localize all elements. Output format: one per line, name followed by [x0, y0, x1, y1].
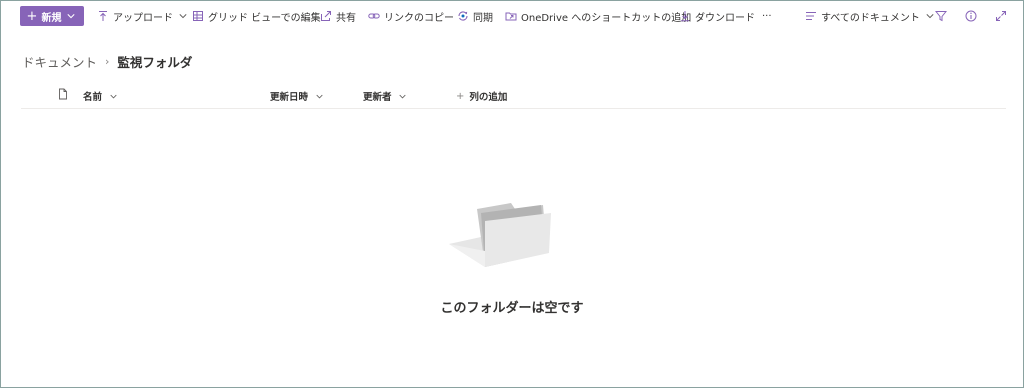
document-icon [57, 88, 69, 100]
chevron-down-icon [177, 10, 189, 22]
filter-icon [935, 10, 947, 22]
column-modified-label: 更新日時 [270, 92, 309, 103]
new-button[interactable]: + 新規 [20, 6, 84, 26]
add-column-plus-icon: + [456, 90, 465, 102]
download-icon [679, 10, 691, 22]
column-modified[interactable]: 更新日時 [270, 89, 325, 103]
grid-edit-label: グリッド ビューでの編集 [208, 12, 321, 24]
grid-icon [192, 10, 204, 22]
expand-icon [995, 10, 1007, 22]
onedrive-shortcut-icon [505, 10, 517, 22]
breadcrumb: ドキュメント › 監視フォルダ [22, 51, 192, 71]
upload-icon [97, 10, 109, 22]
info-button[interactable] [965, 8, 977, 24]
sync-button[interactable]: 同期 [457, 8, 493, 24]
link-icon [368, 10, 380, 22]
upload-label: アップロード [113, 12, 173, 24]
chevron-down-icon [313, 90, 325, 102]
breadcrumb-chevron-icon: › [105, 54, 110, 68]
download-label: ダウンロード [695, 12, 755, 24]
column-header-row: 名前 更新日時 更新者 + 列の追加 [21, 86, 1006, 109]
share-button[interactable]: 共有 [320, 8, 356, 24]
column-modified-by-label: 更新者 [363, 92, 392, 103]
grid-edit-button[interactable]: グリッド ビューでの編集 [192, 8, 321, 24]
chevron-down-icon [397, 90, 409, 102]
column-modified-by[interactable]: 更新者 [363, 89, 409, 103]
add-column-label: 列の追加 [469, 92, 508, 103]
view-list-icon [805, 10, 817, 22]
breadcrumb-root-link[interactable]: ドキュメント [22, 52, 97, 71]
info-icon [965, 10, 977, 22]
sync-label: 同期 [473, 12, 493, 24]
column-name[interactable]: 名前 [83, 89, 119, 103]
chevron-down-icon [107, 90, 119, 102]
copy-link-label: リンクのコピー [384, 12, 454, 24]
copy-link-button[interactable]: リンクのコピー [368, 8, 454, 24]
empty-folder-message: このフォルダーは空です [440, 301, 584, 316]
share-icon [320, 10, 332, 22]
command-bar: + 新規 アップロード グリッド ビューでの編集 共有 リンクのコピー 同期 O… [1, 1, 1023, 31]
onedrive-shortcut-label: OneDrive へのショートカットの追加 [521, 12, 692, 24]
more-icon: ··· [762, 10, 772, 22]
sync-icon [457, 10, 469, 22]
view-label: すべてのドキュメント [821, 12, 920, 24]
filter-button[interactable] [935, 8, 947, 24]
new-button-label: 新規 [41, 12, 62, 24]
file-type-column[interactable] [57, 88, 69, 100]
expand-button[interactable] [995, 8, 1007, 24]
document-library-window: + 新規 アップロード グリッド ビューでの編集 共有 リンクのコピー 同期 O… [0, 0, 1024, 388]
page-title: 監視フォルダ [117, 54, 193, 70]
view-selector[interactable]: すべてのドキュメント [805, 8, 936, 24]
column-name-label: 名前 [83, 92, 103, 103]
download-button[interactable]: ダウンロード [679, 8, 755, 24]
more-button[interactable]: ··· [762, 8, 772, 24]
plus-icon: + [26, 8, 38, 24]
share-label: 共有 [336, 12, 356, 24]
add-column-button[interactable]: + 列の追加 [456, 89, 508, 104]
upload-button[interactable]: アップロード [97, 8, 189, 24]
chevron-down-icon [65, 10, 77, 22]
empty-folder-illustration [449, 203, 551, 267]
add-onedrive-shortcut-button[interactable]: OneDrive へのショートカットの追加 [505, 8, 691, 24]
